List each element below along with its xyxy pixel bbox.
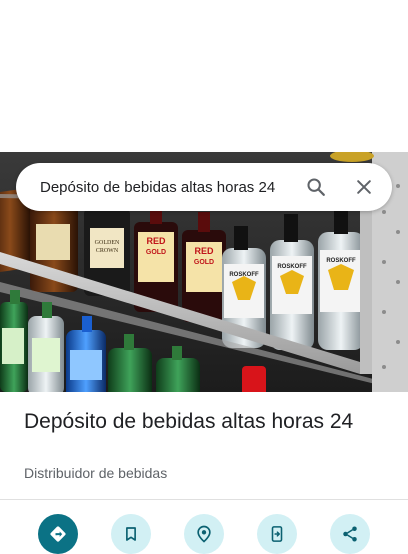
send-to-phone-button[interactable] [257,514,297,554]
search-bar[interactable]: Depósito de bebidas altas horas 24 [16,163,392,211]
svg-text:GOLD: GOLD [146,249,166,256]
svg-text:CROWN: CROWN [96,248,119,254]
svg-text:ROSKOFF: ROSKOFF [326,258,356,264]
search-icon[interactable] [292,163,340,211]
search-input[interactable]: Depósito de bebidas altas horas 24 [40,179,292,196]
save-button[interactable] [111,514,151,554]
close-icon[interactable] [340,163,388,211]
svg-text:RED: RED [146,236,166,246]
nearby-button[interactable] [184,514,224,554]
bookmark-icon [126,527,136,541]
nearby-icon [197,525,211,543]
svg-text:GOLD: GOLD [194,259,214,266]
directions-icon [50,526,66,542]
place-category: Distribuidor de bebidas [24,465,168,481]
directions-button[interactable] [38,514,78,554]
phone-icon [271,526,283,542]
svg-text:ROSKOFF: ROSKOFF [277,264,307,270]
share-icon [343,526,357,542]
action-buttons-row [0,514,408,554]
svg-text:GOLDEN: GOLDEN [95,240,120,246]
share-button[interactable] [330,514,370,554]
svg-text:RED: RED [194,246,214,256]
place-title: Depósito de bebidas altas horas 24 [24,410,354,433]
divider [0,499,408,500]
